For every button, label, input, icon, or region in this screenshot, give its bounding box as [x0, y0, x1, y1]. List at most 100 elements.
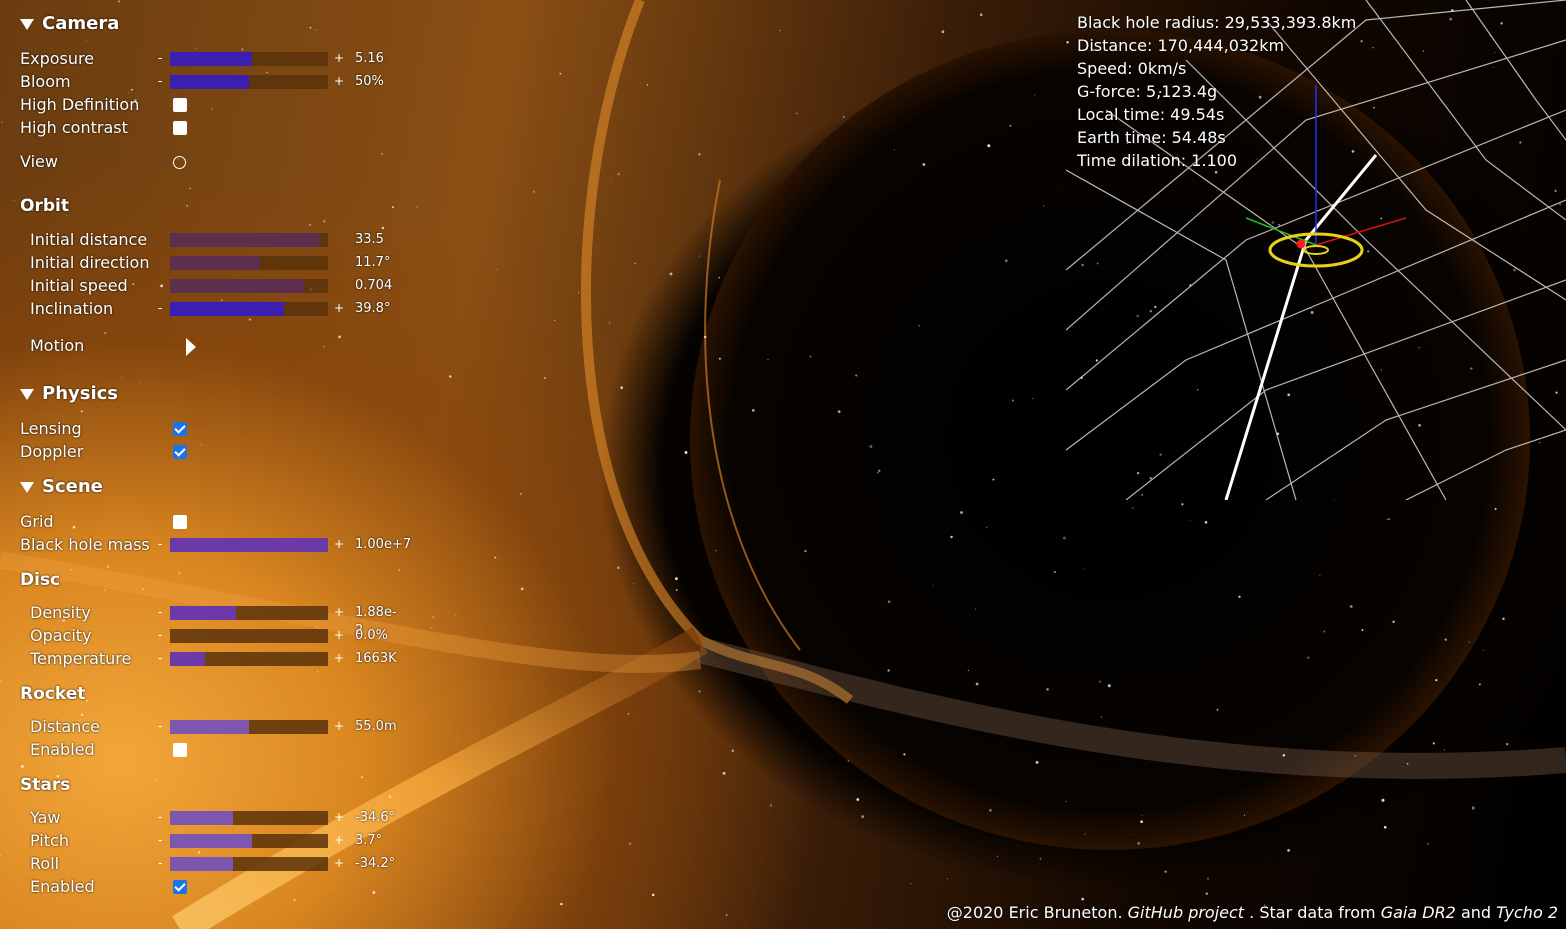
- star: [698, 255, 700, 257]
- decrement-button[interactable]: -: [158, 299, 162, 317]
- star: [804, 549, 807, 553]
- star: [946, 877, 949, 880]
- inclination-label: Inclination: [30, 299, 114, 318]
- slider-track[interactable]: [170, 857, 328, 871]
- tycho-link[interactable]: Tycho 2: [1496, 903, 1558, 922]
- folder-disc[interactable]: Disc: [20, 568, 60, 592]
- star: [633, 583, 634, 585]
- slider-track[interactable]: [170, 75, 328, 89]
- black-hole-mass-slider[interactable]: - + 1.00e+7: [158, 535, 411, 554]
- roll-slider[interactable]: - + -34.2°: [158, 855, 398, 873]
- folder-title: Disc: [20, 570, 61, 590]
- slider-track[interactable]: [170, 652, 328, 666]
- star: [620, 386, 623, 389]
- initial-distance-slider[interactable]: 33.5: [158, 231, 398, 249]
- star: [544, 377, 546, 380]
- star: [1065, 800, 1067, 803]
- slider-track[interactable]: [170, 720, 328, 734]
- high-contrast-checkbox[interactable]: [173, 121, 187, 135]
- star: [520, 587, 524, 591]
- increment-button[interactable]: +: [334, 808, 344, 826]
- folder-camera[interactable]: Camera: [20, 12, 119, 36]
- star: [559, 72, 562, 75]
- gaia-link[interactable]: Gaia DR2: [1381, 903, 1456, 922]
- folder-title: Stars: [20, 775, 71, 795]
- slider-track[interactable]: [170, 811, 328, 825]
- inclination-slider[interactable]: - + 39.8°: [158, 300, 398, 318]
- decrement-button[interactable]: -: [158, 854, 162, 872]
- star: [429, 626, 432, 629]
- star: [1444, 638, 1447, 641]
- density-slider[interactable]: - + 1.88e-2: [158, 603, 398, 638]
- initial-speed-slider[interactable]: 0.704: [158, 277, 398, 295]
- decrement-button[interactable]: -: [158, 717, 162, 735]
- star: [698, 153, 701, 156]
- stars-enabled-checkbox[interactable]: [173, 880, 187, 894]
- decrement-button[interactable]: -: [158, 831, 162, 849]
- folder-stars[interactable]: Stars: [20, 773, 70, 797]
- folder-physics[interactable]: Physics: [20, 382, 118, 406]
- increment-button[interactable]: +: [334, 831, 344, 849]
- rocket-enabled-checkbox[interactable]: [173, 743, 187, 757]
- star: [960, 511, 963, 514]
- increment-button[interactable]: +: [334, 535, 344, 553]
- increment-button[interactable]: +: [334, 72, 344, 90]
- pitch-slider[interactable]: - + 3.7°: [158, 832, 398, 850]
- high-definition-checkbox[interactable]: [173, 98, 187, 112]
- increment-button[interactable]: +: [334, 299, 344, 317]
- opacity-slider[interactable]: - + 0.0%: [158, 627, 398, 645]
- star: [703, 335, 707, 339]
- star: [779, 29, 781, 31]
- grid-checkbox[interactable]: [173, 515, 187, 529]
- folder-rocket[interactable]: Rocket: [20, 682, 85, 706]
- github-link[interactable]: GitHub project: [1128, 903, 1244, 922]
- slider-value: 39.8°: [355, 301, 391, 316]
- doppler-checkbox[interactable]: [173, 445, 187, 459]
- star: [910, 882, 912, 885]
- decrement-button[interactable]: -: [158, 535, 162, 553]
- initial-direction-slider[interactable]: 11.7°: [158, 254, 398, 272]
- slider-track[interactable]: [170, 834, 328, 848]
- bloom-slider[interactable]: - + 50%: [158, 73, 398, 91]
- yaw-slider[interactable]: - + -34.6°: [158, 809, 398, 827]
- decrement-button[interactable]: -: [158, 649, 162, 667]
- decrement-button[interactable]: -: [158, 49, 162, 67]
- slider-value: 0.0%: [355, 628, 389, 643]
- rocket-distance-label: Distance: [30, 717, 100, 736]
- increment-button[interactable]: +: [334, 49, 344, 67]
- slider-track[interactable]: [170, 606, 328, 620]
- star: [809, 355, 812, 358]
- increment-button[interactable]: +: [334, 649, 344, 667]
- slider-track[interactable]: [170, 256, 328, 270]
- increment-button[interactable]: +: [334, 854, 344, 872]
- decrement-button[interactable]: -: [158, 72, 162, 90]
- slider-track[interactable]: [170, 279, 328, 293]
- star: [715, 550, 717, 552]
- slider-track[interactable]: [170, 538, 328, 552]
- play-icon[interactable]: [186, 338, 196, 356]
- star: [698, 690, 701, 693]
- increment-button[interactable]: +: [334, 603, 344, 621]
- decrement-button[interactable]: -: [158, 603, 162, 621]
- folder-scene[interactable]: Scene: [20, 475, 103, 499]
- star: [1406, 762, 1409, 765]
- star: [796, 112, 798, 115]
- decrement-button[interactable]: -: [158, 808, 162, 826]
- temperature-slider[interactable]: - + 1663K: [158, 650, 398, 668]
- star: [1471, 806, 1475, 810]
- slider-track[interactable]: [170, 629, 328, 643]
- view-radio[interactable]: [173, 156, 186, 169]
- folder-orbit[interactable]: Orbit: [20, 194, 69, 218]
- star: [856, 798, 860, 801]
- slider-value: -34.2°: [355, 856, 396, 871]
- slider-track[interactable]: [170, 52, 328, 66]
- star: [847, 759, 850, 762]
- increment-button[interactable]: +: [334, 717, 344, 735]
- exposure-slider[interactable]: - + 5.16: [158, 50, 398, 68]
- rocket-distance-slider[interactable]: - + 55.0m: [158, 718, 398, 736]
- increment-button[interactable]: +: [334, 626, 344, 644]
- lensing-checkbox[interactable]: [173, 422, 187, 436]
- decrement-button[interactable]: -: [158, 626, 162, 644]
- slider-track[interactable]: [170, 233, 328, 247]
- slider-track[interactable]: [170, 302, 328, 316]
